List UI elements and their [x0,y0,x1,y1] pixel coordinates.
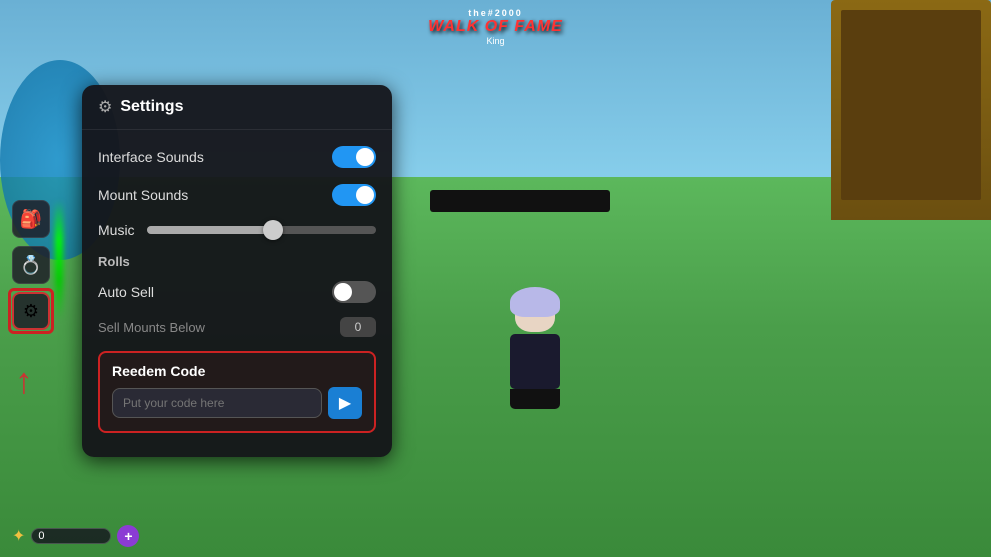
laser-effect [55,200,63,320]
sell-mounts-value: 0 [340,317,376,337]
toggle-knob [356,148,374,166]
settings-header: ⚙ Settings [82,85,392,130]
auto-sell-label: Auto Sell [98,284,154,300]
sidebar-icon-backpack[interactable]: 🎒 [12,200,50,238]
music-label: Music [98,222,135,238]
currency-value: 0 [38,530,44,542]
title-main: WALK OF FAME [428,18,563,36]
black-bar [430,190,610,212]
arrow-indicator: ↑ [15,360,33,402]
auto-sell-toggle[interactable] [332,281,376,303]
mount-sounds-label: Mount Sounds [98,187,188,203]
music-slider-container[interactable] [147,226,376,234]
char-head [515,297,555,332]
add-currency-button[interactable]: + [117,525,139,547]
settings-gear-icon: ⚙ [98,97,112,117]
toggle-knob [356,186,374,204]
star-icon: ✦ [12,526,25,546]
title-small: the#2000 [428,8,563,18]
interface-sounds-toggle[interactable] [332,146,376,168]
settings-panel: ⚙ Settings Interface Sounds Mount Sounds… [82,85,392,457]
mount-sounds-row: Mount Sounds [98,176,376,214]
toggle-knob [334,283,352,301]
mount-sounds-toggle[interactable] [332,184,376,206]
player-label: King [428,36,563,46]
char-legs [510,389,560,409]
rolls-section-label: Rolls [98,246,376,273]
bottom-bar: ✦ 0 + [12,525,139,547]
sidebar-icon-settings[interactable]: ⚙ [12,292,50,330]
sidebar-icon-ring[interactable]: 💍 [12,246,50,284]
auto-sell-row: Auto Sell [98,273,376,311]
char-body [510,334,560,389]
currency-bar: 0 [31,528,111,544]
music-row: Music [98,214,376,246]
music-slider-track [147,226,376,234]
redeem-code-input[interactable] [112,388,322,418]
sell-mounts-row: Sell Mounts Below 0 [98,311,376,343]
structure-right [831,0,991,220]
sidebar: 🎒 💍 ⚙ [12,200,50,330]
redeem-title: Reedem Code [112,363,362,379]
redeem-arrow-icon: ▶ [339,393,351,413]
redeem-section: Reedem Code ▶ [98,351,376,433]
char-hair [510,287,560,317]
interface-sounds-label: Interface Sounds [98,149,204,165]
music-slider-knob[interactable] [263,220,283,240]
settings-body: Interface Sounds Mount Sounds Music Roll… [82,130,392,441]
redeem-submit-button[interactable]: ▶ [328,387,362,419]
game-title: the#2000 WALK OF FAME King [428,8,563,46]
sell-mounts-label: Sell Mounts Below [98,320,205,335]
settings-title: Settings [120,98,183,116]
player-character [500,297,570,397]
interface-sounds-row: Interface Sounds [98,138,376,176]
redeem-input-row: ▶ [112,387,362,419]
music-slider-fill [147,226,273,234]
